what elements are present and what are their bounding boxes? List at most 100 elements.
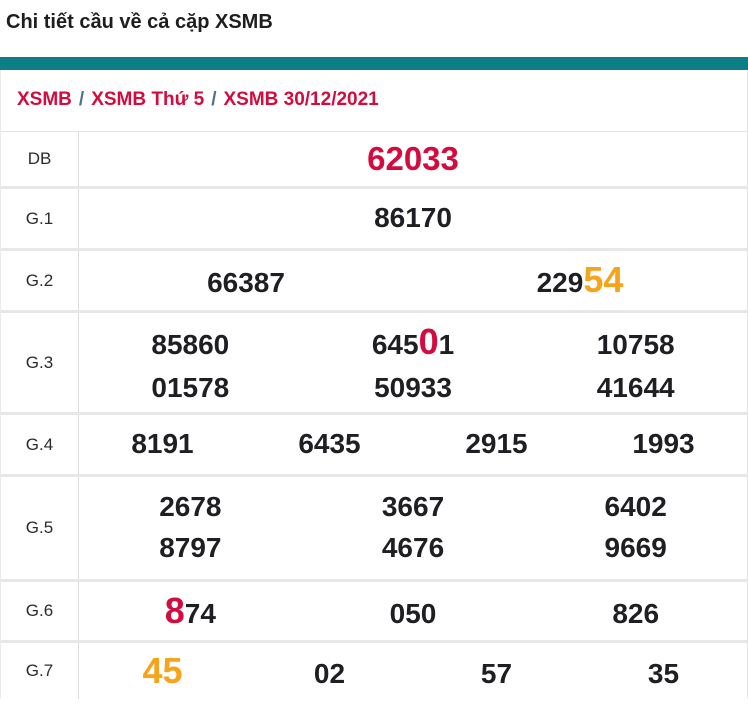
digits: 826 <box>612 598 659 629</box>
prize-number: 01578 <box>79 368 302 409</box>
prize-label: G.5 <box>1 477 79 579</box>
digits: 229 <box>537 267 584 298</box>
prize-number: 64501 <box>302 316 525 368</box>
digits: 2915 <box>465 428 527 459</box>
prize-row-g5: G.5 2678 3667 6402 8797 4676 9669 <box>1 477 747 582</box>
prize-line: 8191 6435 2915 1993 <box>79 424 747 465</box>
prize-label: G.2 <box>1 251 79 310</box>
prize-number: 02 <box>246 654 413 695</box>
digits: 3667 <box>382 491 444 522</box>
prize-number: 2915 <box>413 424 580 465</box>
breadcrumb-separator: / <box>72 89 91 110</box>
breadcrumb: XSMB/XSMB Thứ 5/XSMB 30/12/2021 <box>1 70 747 131</box>
prize-number: 8191 <box>79 424 246 465</box>
prize-number: 85860 <box>79 325 302 366</box>
digits: 57 <box>481 658 512 689</box>
digits: 2678 <box>159 491 221 522</box>
prize-row-g7: G.7 45 02 57 35 <box>1 643 747 699</box>
prize-line: 874 050 826 <box>79 585 747 637</box>
prize-number: 35 <box>580 654 747 695</box>
prize-values: 62033 <box>79 132 747 186</box>
breadcrumb-link-xsmb-date[interactable]: XSMB 30/12/2021 <box>223 89 378 110</box>
prize-line: 8797 4676 9669 <box>79 528 747 569</box>
prize-number: 1993 <box>580 424 747 465</box>
breadcrumb-separator: / <box>204 89 223 110</box>
digits: 6435 <box>298 428 360 459</box>
prize-row-g6: G.6874050826 <box>1 582 747 643</box>
content-container: XSMB/XSMB Thứ 5/XSMB 30/12/2021 DB62033G… <box>0 70 748 699</box>
digits: 50933 <box>374 372 452 403</box>
breadcrumb-link-xsmb[interactable]: XSMB <box>17 89 72 110</box>
prize-number: 9669 <box>524 528 747 569</box>
prize-table: DB62033G.186170G.26638722954G.3858606450… <box>1 131 747 699</box>
prize-values: 2678 3667 6402 8797 4676 9669 <box>79 477 747 579</box>
prize-line: 66387 22954 <box>79 254 747 306</box>
prize-row-g4: G.48191643529151993 <box>1 415 747 477</box>
prize-values: 45 02 57 35 <box>79 643 747 699</box>
breadcrumb-link-xsmb-thu5[interactable]: XSMB Thứ 5 <box>91 89 204 110</box>
digits: 74 <box>185 598 216 629</box>
digits: 35 <box>648 658 679 689</box>
prize-number: 10758 <box>524 325 747 366</box>
prize-row-g2: G.2 66387 22954 <box>1 251 747 313</box>
digits: 01578 <box>151 372 229 403</box>
highlighted-digits: 54 <box>583 259 623 300</box>
digits: 02 <box>314 658 345 689</box>
prize-number: 22954 <box>413 254 747 306</box>
prize-number: 826 <box>524 594 747 635</box>
prize-number: 6402 <box>524 487 747 528</box>
prize-number: 050 <box>302 594 525 635</box>
prize-number: 2678 <box>79 487 302 528</box>
highlighted-digits: 45 <box>142 650 182 691</box>
prize-values: 8191 6435 2915 1993 <box>79 415 747 474</box>
prize-label: G.1 <box>1 189 79 248</box>
digits: 41644 <box>597 372 675 403</box>
digits: 10758 <box>597 329 675 360</box>
digits: 645 <box>372 329 419 360</box>
prize-values: 66387 22954 <box>79 251 747 310</box>
prize-label: G.7 <box>1 643 79 699</box>
prize-line: 86170 <box>79 198 747 239</box>
prize-number: 41644 <box>524 368 747 409</box>
digits: 6402 <box>605 491 667 522</box>
page-title: Chi tiết cầu về cả cặp XSMB <box>6 10 748 34</box>
prize-label: G.3 <box>1 313 79 412</box>
highlighted-digits: 62033 <box>367 140 459 177</box>
prize-values: 85860 64501 10758 01578 50933 41644 <box>79 313 747 412</box>
prize-number: 874 <box>79 585 302 637</box>
prize-number: 66387 <box>79 263 413 304</box>
prize-number: 45 <box>79 645 246 697</box>
prize-row-g1: G.1 86170 <box>1 189 747 251</box>
digits: 86170 <box>374 202 452 233</box>
digits: 8191 <box>131 428 193 459</box>
prize-row-db: DB 62033 <box>1 132 747 189</box>
digits: 4676 <box>382 532 444 563</box>
digits: 66387 <box>207 267 285 298</box>
digits: 050 <box>390 598 437 629</box>
highlighted-digits: 8 <box>165 590 185 631</box>
highlighted-digits: 0 <box>419 321 439 362</box>
prize-number: 4676 <box>302 528 525 569</box>
prize-label: G.6 <box>1 582 79 640</box>
prize-line: 62033 <box>79 135 747 183</box>
prize-line: 01578 50933 41644 <box>79 368 747 409</box>
prize-number: 3667 <box>302 487 525 528</box>
prize-line: 85860 64501 10758 <box>79 316 747 368</box>
prize-number: 62033 <box>79 135 747 183</box>
digits: 1 <box>439 329 455 360</box>
prize-values: 874 050 826 <box>79 582 747 640</box>
prize-number: 86170 <box>79 198 747 239</box>
prize-label: DB <box>1 132 79 186</box>
accent-bar <box>0 57 748 70</box>
prize-row-g3: G.3 85860 64501 10758 01578 50933 41644 <box>1 313 747 415</box>
digits: 8797 <box>159 532 221 563</box>
prize-number: 50933 <box>302 368 525 409</box>
prize-number: 8797 <box>79 528 302 569</box>
digits: 9669 <box>605 532 667 563</box>
prize-values: 86170 <box>79 189 747 248</box>
prize-number: 57 <box>413 654 580 695</box>
digits: 85860 <box>151 329 229 360</box>
prize-line: 2678 3667 6402 <box>79 487 747 528</box>
prize-number: 6435 <box>246 424 413 465</box>
digits: 1993 <box>632 428 694 459</box>
